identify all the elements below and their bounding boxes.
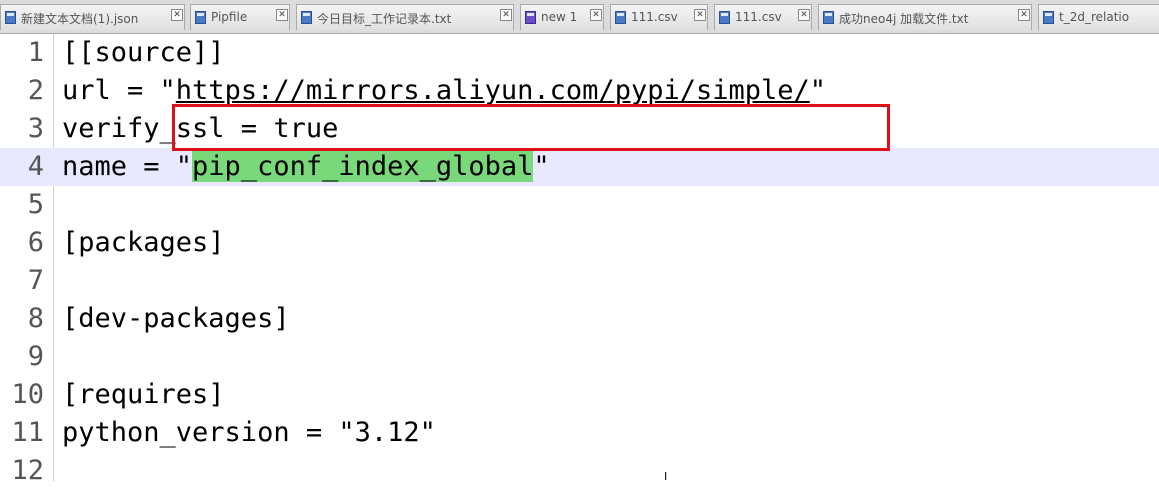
close-icon[interactable]: ✕ <box>500 9 512 21</box>
code-line[interactable]: 10 [requires] <box>0 376 1159 414</box>
close-icon[interactable]: ✕ <box>694 9 706 21</box>
line-text: python_version = "3.12" <box>62 417 436 448</box>
tab-label: 今日目标_工作记录本.txt <box>317 12 452 26</box>
line-number: 5 <box>27 189 44 220</box>
tab-label: 成功neo4j 加载文件.txt <box>839 12 969 26</box>
line-number: 4 <box>27 151 44 182</box>
close-icon[interactable]: ✕ <box>1018 9 1030 21</box>
line-number: 1 <box>27 37 44 68</box>
selected-text[interactable]: pip_conf_index_global <box>192 151 534 182</box>
close-icon[interactable]: ✕ <box>590 9 602 21</box>
line-text: [[source]] <box>62 37 225 68</box>
tab-111-csv[interactable]: 111.csv ✕ <box>610 4 708 30</box>
tab-label: 111.csv <box>735 10 782 24</box>
line-text: [requires] <box>62 379 225 410</box>
code-line[interactable]: 1 [[source]] <box>0 34 1159 72</box>
file-icon <box>823 11 834 24</box>
tab-label: 111.csv <box>631 10 678 24</box>
file-icon <box>301 11 312 24</box>
tab-label: Pipfile <box>211 10 248 24</box>
code-editor[interactable]: 1 [[source]] 2 url = "https://mirrors.al… <box>0 34 1159 486</box>
line-number: 12 <box>11 455 44 486</box>
line-number: 7 <box>27 265 44 296</box>
tab-neo4j-load[interactable]: 成功neo4j 加载文件.txt ✕ <box>818 4 1032 30</box>
tab-new-text-json[interactable]: 新建文本文档(1).json ✕ <box>0 4 185 30</box>
line-number: 3 <box>27 113 44 144</box>
line-number: 2 <box>27 75 44 106</box>
tab-label: new 1 <box>541 10 578 24</box>
file-icon <box>719 11 730 24</box>
code-line[interactable]: 5 <box>0 186 1159 224</box>
line-number: 6 <box>27 227 44 258</box>
close-icon[interactable]: ✕ <box>171 9 183 21</box>
source-url-link[interactable]: https://mirrors.aliyun.com/pypi/simple/ <box>176 75 810 106</box>
tab-label: 新建文本文档(1).json <box>21 12 139 26</box>
file-icon <box>5 11 16 24</box>
file-icon <box>1043 11 1054 24</box>
line-number: 8 <box>27 303 44 334</box>
text-cursor-icon: I <box>664 470 668 483</box>
code-line[interactable]: 7 <box>0 262 1159 300</box>
tab-t-2d-relation[interactable]: t_2d_relatio <box>1038 4 1159 30</box>
closing-quote: " <box>533 151 550 182</box>
tab-work-log[interactable]: 今日目标_工作记录本.txt ✕ <box>296 4 514 30</box>
code-line[interactable]: 12 <box>0 452 1159 490</box>
line-text: name = "pip_conf_index_global" <box>62 148 550 186</box>
tab-bar: 新建文本文档(1).json ✕ Pipfile ✕ 今日目标_工作记录本.tx… <box>0 0 1159 34</box>
file-icon <box>525 11 536 24</box>
line-number: 11 <box>11 417 44 448</box>
code-line[interactable]: 8 [dev-packages] <box>0 300 1159 338</box>
tab-label: t_2d_relatio <box>1059 10 1130 24</box>
closing-quote: " <box>809 75 827 106</box>
close-icon[interactable]: ✕ <box>276 9 288 21</box>
file-icon <box>615 11 626 24</box>
line-number: 10 <box>11 379 44 410</box>
name-key: name = " <box>62 151 193 182</box>
code-line[interactable]: 6 [packages] <box>0 224 1159 262</box>
line-text: [packages] <box>62 227 225 258</box>
code-line-current[interactable]: 4 name = "pip_conf_index_global" <box>0 148 1159 186</box>
code-line[interactable]: 9 <box>0 338 1159 376</box>
tab-pipfile[interactable]: Pipfile ✕ <box>190 4 290 30</box>
tab-new-1[interactable]: new 1 ✕ <box>520 4 604 30</box>
line-text: [dev-packages] <box>62 303 290 334</box>
close-icon[interactable]: ✕ <box>798 9 810 21</box>
file-icon <box>195 11 206 24</box>
url-key: url = " <box>62 75 176 106</box>
annotation-red-box <box>172 104 890 151</box>
line-number: 9 <box>27 341 44 372</box>
code-line[interactable]: 11 python_version = "3.12" <box>0 414 1159 452</box>
tab-111-csv-2[interactable]: 111.csv ✕ <box>714 4 812 30</box>
